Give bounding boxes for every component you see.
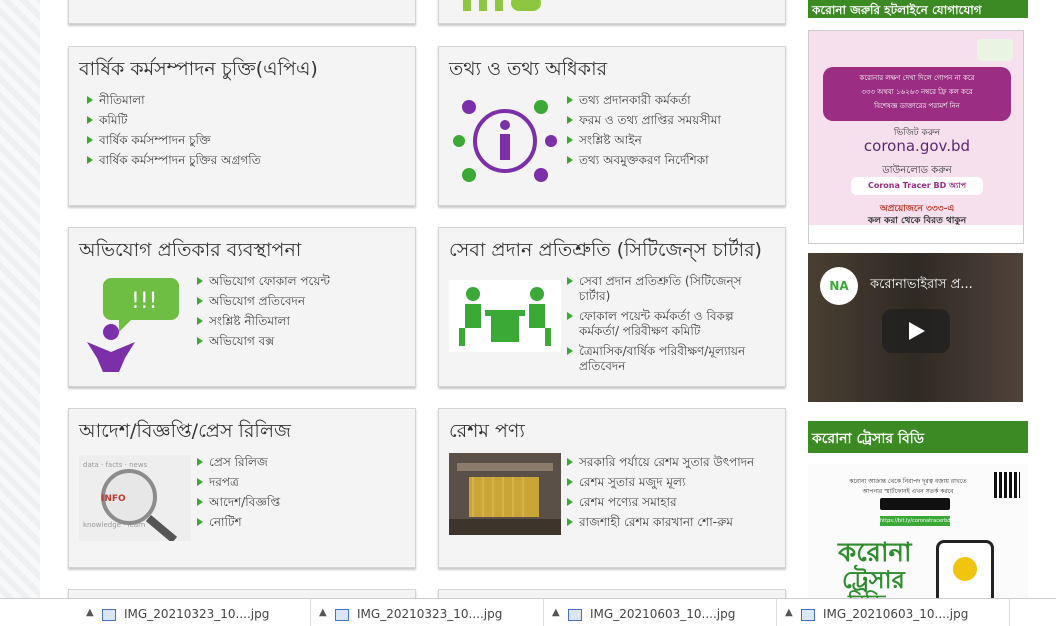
list-item[interactable]: বার্ষিক কর্মসম্পাদন চুক্তির অগ্রগতি [87, 153, 261, 168]
chevron-up-icon[interactable]: ▲ [785, 607, 793, 618]
list-item[interactable]: দরপত্র [197, 475, 280, 490]
list-item[interactable]: রেশম সুতার মজুদ মূল্য [567, 475, 775, 490]
google-play-badge[interactable] [880, 498, 950, 510]
grievance-box: অভিযোগ প্রতিকার ব্যবস্থাপনা !!! অভিযোগ ফ… [68, 227, 416, 387]
silk-products-box: রেশম পণ্য সরকারি পর্যায়ে রেশম সুতার উৎপ… [438, 408, 786, 568]
hotline-heading-text: করোনা জরুরি হটলাইনে যোগাযোগ [812, 3, 982, 17]
poster-top-banner: করোনার লক্ষণ দেখা দিলে গোপন না করে ৩৩৩ অ… [823, 67, 1011, 121]
download-item[interactable]: ▲ IMG_20210323_10....jpg [78, 599, 311, 626]
list-item[interactable]: ফরম ও তথ্য প্রাপ্তির সময়সীমা [567, 113, 721, 128]
list-item[interactable]: আদেশ/বিজ্ঞপ্তি [197, 495, 280, 510]
list-item[interactable]: অভিযোগ বক্স [197, 334, 330, 349]
poster-line3: বিশেষজ্ঞ ডাক্তারের পরামর্শ নিন [874, 102, 960, 110]
info-links: তথ্য প্রদানকারী কর্মকর্তা ফরম ও তথ্য প্র… [567, 93, 721, 173]
list-item[interactable]: সংশ্লিষ্ট আইন [567, 133, 721, 148]
complaint-person-icon: !!! [81, 270, 181, 374]
citizen-charter-title[interactable]: সেবা প্রদান প্রতিশ্রুতি (সিটিজেন্‌স চার্… [449, 236, 762, 268]
download-filename[interactable]: IMG_20210323_10....jpg [357, 607, 502, 621]
tracer-line2: আপনার স্মার্টফোনই এখন সতর্ক করবে [862, 488, 954, 495]
service-desk-icon [449, 280, 561, 352]
list-item[interactable]: ফোকাল পয়েন্ট কর্মকর্তা ও বিকল্প কর্মকর্… [567, 309, 775, 339]
grievance-title[interactable]: অভিযোগ প্রতিকার ব্যবস্থাপনা [79, 236, 301, 268]
notice-box: আদেশ/বিজ্ঞপ্তি/প্রেস রিলিজ data · facts … [68, 408, 416, 568]
phone-graphic [936, 540, 994, 600]
list-item[interactable]: সেবা প্রদান প্রতিশ্রুতি (সিটিজেন্‌স চার্… [567, 274, 775, 304]
list-item[interactable]: তথ্য অবমুক্তকরণ নির্দেশিকা [567, 153, 721, 168]
apa-title[interactable]: বার্ষিক কর্মসম্পাদন চুক্তি(এপিএ) [79, 55, 318, 87]
list-item[interactable]: প্রেস রিলিজ [197, 455, 280, 470]
chevron-up-icon[interactable]: ▲ [319, 607, 327, 618]
play-button[interactable] [882, 309, 950, 353]
download-filename[interactable]: IMG_20210323_10....jpg [124, 607, 269, 621]
silk-products-title[interactable]: রেশম পণ্য [449, 417, 525, 449]
main-content: বার্ষিক কর্মসম্পাদন চুক্তি(এপিএ) নীতিমাল… [40, 0, 800, 619]
svg-text:data · facts · news: data · facts · news [83, 461, 148, 469]
citizen-charter-box: সেবা প্রদান প্রতিশ্রুতি (সিটিজেন্‌স চার্… [438, 227, 786, 387]
image-file-icon [568, 609, 582, 621]
image-file-icon [102, 609, 116, 621]
poster-app[interactable]: Corona Tracer BD অ্যাপ [851, 177, 983, 195]
list-item[interactable]: রেশম পণ্যের সমাহার [567, 495, 775, 510]
background-pattern [0, 0, 40, 626]
tracer-heading: করোনা ট্রেসার বিডি [808, 421, 1028, 453]
citizen-charter-links: সেবা প্রদান প্রতিশ্রুতি (সিটিজেন্‌স চার্… [567, 274, 775, 379]
apa-box: বার্ষিক কর্মসম্পাদন চুক্তি(এপিএ) নীতিমাল… [68, 46, 416, 206]
corona-poster[interactable]: করোনার লক্ষণ দেখা দিলে গোপন না করে ৩৩৩ অ… [808, 30, 1024, 244]
list-item[interactable]: অভিযোগ ফোকাল পয়েন্ট [197, 274, 330, 289]
list-item[interactable]: নোটিশ [197, 515, 280, 530]
sidebar: করোনা জরুরি হটলাইনে যোগাযোগ করোনার লক্ষণ… [800, 0, 1056, 600]
chevron-up-icon[interactable]: ▲ [552, 607, 560, 618]
poster-line2: ৩৩৩ অথবা ১৬২৬৩ নম্বরে ফ্রি কল করে [861, 88, 973, 96]
tracer-poster[interactable]: করোনা আক্রান্ত থেকে নিরাপদ দূরত্ব বজায় … [808, 464, 1028, 600]
top-box-right [438, 0, 786, 24]
tracer-heading-text: করোনা ট্রেসার বিডি [812, 431, 925, 447]
silk-products-links: সরকারি পর্যায়ে রেশম সুতার উৎপাদন রেশম স… [567, 455, 775, 535]
info-box: তথ্য ও তথ্য অধিকার তথ্য প্রদানকারী কর্মক… [438, 46, 786, 206]
svg-text:!!!: !!! [131, 289, 157, 314]
poster-line1: করোনার লক্ষণ দেখা দিলে গোপন না করে [859, 74, 975, 82]
download-filename[interactable]: IMG_20210603_10....jpg [590, 607, 735, 621]
list-item[interactable]: সরকারি পর্যায়ে রেশম সুতার উৎপাদন [567, 455, 775, 470]
apa-links: নীতিমালা কমিটি বার্ষিক কর্মসম্পাদন চুক্ত… [87, 93, 261, 173]
grievance-links: অভিযোগ ফোকাল পয়েন্ট অভিযোগ প্রতিবেদন সং… [197, 274, 330, 354]
information-image: data · facts · news knowledge · learn INF… [79, 455, 191, 543]
list-item[interactable]: তথ্য প্রদানকারী কর্মকর্তা [567, 93, 721, 108]
list-item[interactable]: ত্রৈমাসিক/বার্ষিক পরিবীক্ষণ/মূল্যায়ন প্… [567, 344, 775, 374]
chevron-up-icon[interactable]: ▲ [86, 607, 94, 618]
poster-url[interactable]: corona.gov.bd [809, 137, 1023, 155]
info-icon [451, 89, 559, 193]
channel-avatar[interactable]: NA [820, 267, 858, 305]
nid-logo-fragment [459, 0, 549, 13]
list-item[interactable]: অভিযোগ প্রতিবেদন [197, 294, 330, 309]
svg-text:INFO: INFO [101, 494, 126, 504]
tracer-link[interactable]: https://bit.ly/coronatracerbd [880, 516, 950, 526]
list-item[interactable]: রাজশাহী রেশম কারখানা শো-রুম [567, 515, 775, 530]
download-item[interactable]: ▲ IMG_20210603_10....jpg [777, 599, 1010, 626]
download-bar: ▲ IMG_20210323_10....jpg ▲ IMG_20210323_… [0, 598, 1056, 626]
list-item[interactable]: কমিটি [87, 113, 261, 128]
top-box-left [68, 0, 416, 24]
list-item[interactable]: নীতিমালা [87, 93, 261, 108]
loom-image [449, 453, 561, 535]
info-title[interactable]: তথ্য ও তথ্য অধিকার [449, 55, 607, 87]
phone-app-icon [953, 557, 977, 581]
list-item[interactable]: বার্ষিক কর্মসম্পাদন চুক্তি [87, 133, 261, 148]
notice-links: প্রেস রিলিজ দরপত্র আদেশ/বিজ্ঞপ্তি নোটিশ [197, 455, 280, 535]
logo-fragment-icon [463, 0, 541, 11]
download-item[interactable]: ▲ IMG_20210603_10....jpg [544, 599, 777, 626]
video-title[interactable]: করোনাভাইরাস প্র... [870, 275, 1020, 296]
video-embed[interactable]: NA করোনাভাইরাস প্র... [808, 253, 1023, 402]
download-filename[interactable]: IMG_20210603_10....jpg [823, 607, 968, 621]
play-icon [909, 322, 925, 340]
image-file-icon [335, 609, 349, 621]
qr-code [994, 472, 1020, 498]
poster-footer-logos [809, 225, 1023, 243]
download-item[interactable]: ▲ IMG_20210323_10....jpg [311, 599, 544, 626]
hotline-heading: করোনা জরুরি হটলাইনে যোগাযোগ [808, 0, 1028, 18]
image-file-icon [801, 609, 815, 621]
notice-title[interactable]: আদেশ/বিজ্ঞপ্তি/প্রেস রিলিজ [79, 417, 291, 449]
list-item[interactable]: সংশ্লিষ্ট নীতিমালা [197, 314, 330, 329]
poster-logo [977, 39, 1013, 61]
